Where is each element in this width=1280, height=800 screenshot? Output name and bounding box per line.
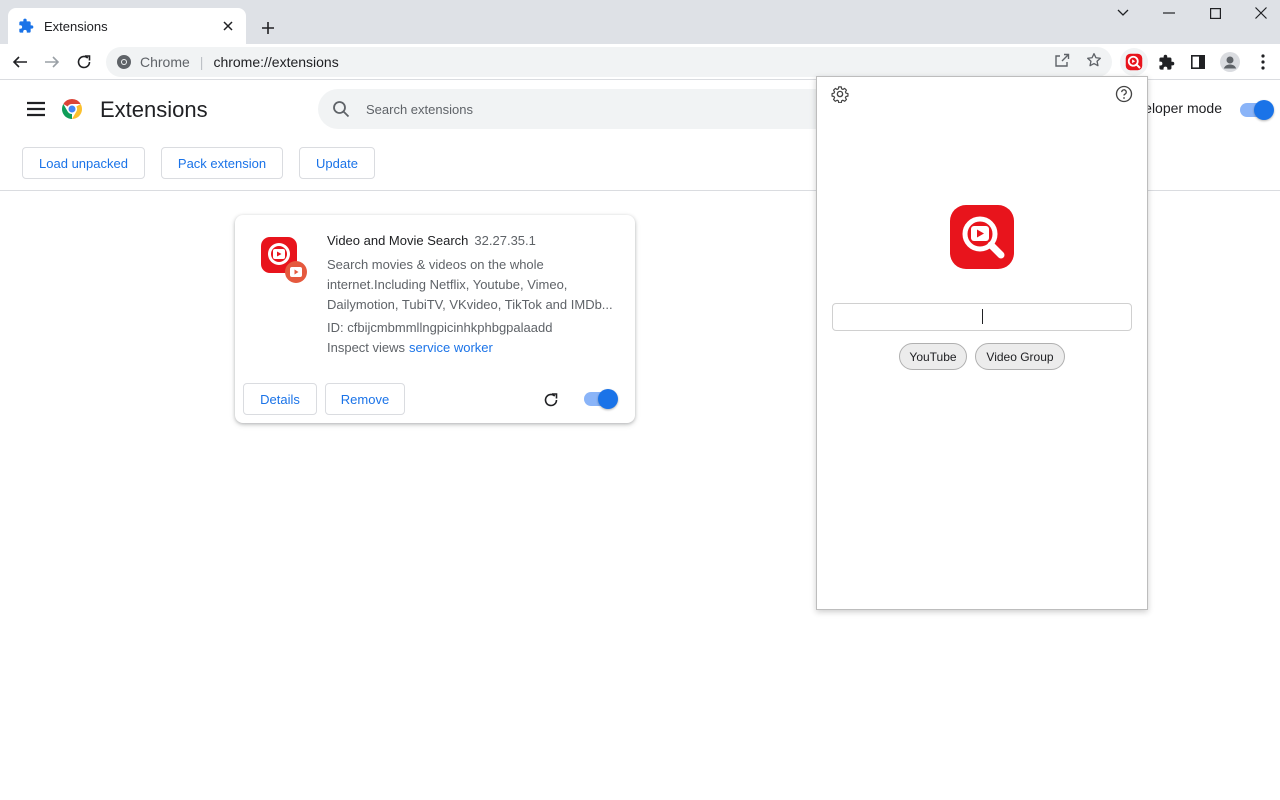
share-icon[interactable]	[1053, 51, 1071, 69]
maximize-icon[interactable]	[1192, 0, 1238, 26]
chrome-info-icon[interactable]	[116, 54, 132, 70]
video-search-logo-icon	[950, 205, 1014, 269]
more-vert-icon[interactable]	[1252, 51, 1274, 73]
extension-logo-icon	[261, 237, 307, 283]
youtube-chip[interactable]: YouTube	[899, 343, 967, 370]
load-unpacked-button[interactable]: Load unpacked	[22, 147, 145, 179]
details-button[interactable]: Details	[243, 383, 317, 415]
extension-popup: YouTube Video Group	[816, 76, 1148, 610]
remove-button[interactable]: Remove	[325, 383, 405, 415]
service-worker-link[interactable]: service worker	[409, 340, 493, 355]
chrome-logo-icon	[62, 99, 82, 119]
extension-card: Video and Movie Search 32.27.35.1 Search …	[235, 215, 635, 423]
extension-version: 32.27.35.1	[474, 233, 536, 248]
browser-toolbar: Chrome | chrome://extensions	[0, 44, 1280, 80]
star-icon[interactable]	[1085, 51, 1103, 69]
back-icon[interactable]	[8, 50, 32, 74]
extension-enable-toggle[interactable]	[584, 389, 618, 409]
extension-id: ID: cfbijcmbmmllngpicinhkphbgpalaadd	[327, 320, 553, 335]
omnibox-scheme: Chrome	[140, 54, 190, 70]
reload-icon[interactable]	[72, 50, 96, 74]
chevron-down-icon[interactable]	[1100, 0, 1146, 26]
search-icon	[333, 101, 350, 118]
dev-mode-toggle[interactable]	[1240, 100, 1274, 120]
omnibox-url[interactable]: chrome://extensions	[213, 54, 338, 70]
extension-name-text: Video and Movie Search	[327, 233, 469, 248]
extension-description: Search movies & videos on the whole inte…	[327, 257, 613, 312]
page-title: Extensions	[100, 97, 208, 122]
search-extensions[interactable]: Search extensions	[318, 89, 878, 129]
search-placeholder: Search extensions	[366, 101, 473, 117]
profile-icon[interactable]	[1219, 51, 1241, 73]
puzzle-icon	[19, 18, 34, 33]
tab-extensions[interactable]: Extensions	[8, 8, 246, 44]
extension-name: Video and Movie Search 32.27.35.1	[327, 233, 536, 248]
dev-mode-label: Developer mode	[1138, 100, 1222, 116]
tab-strip: Extensions	[0, 0, 1280, 44]
text-caret	[982, 309, 983, 324]
inspect-views: Inspect views service worker	[327, 340, 493, 355]
inspect-views-label: Inspect views	[327, 340, 406, 355]
video-group-chip[interactable]: Video Group	[975, 343, 1065, 370]
extensions-puzzle-icon[interactable]	[1155, 51, 1177, 73]
tab-title: Extensions	[44, 18, 108, 34]
hamburger-icon[interactable]	[24, 99, 48, 119]
update-button[interactable]: Update	[299, 147, 375, 179]
forward-icon[interactable]	[40, 50, 64, 74]
gear-icon[interactable]	[831, 85, 849, 103]
window-close-icon[interactable]	[1238, 0, 1280, 26]
reload-extension-icon[interactable]	[541, 390, 561, 410]
close-icon[interactable]	[220, 18, 236, 34]
pack-extension-button[interactable]: Pack extension	[161, 147, 283, 179]
extension-active-icon[interactable]	[1120, 48, 1148, 76]
plus-icon[interactable]	[256, 16, 280, 40]
side-panel-icon[interactable]	[1187, 51, 1209, 73]
minimize-icon[interactable]	[1146, 0, 1192, 26]
omnibox[interactable]: Chrome | chrome://extensions	[106, 47, 1112, 77]
omnibox-separator: |	[199, 54, 204, 70]
help-icon[interactable]	[1115, 85, 1133, 103]
